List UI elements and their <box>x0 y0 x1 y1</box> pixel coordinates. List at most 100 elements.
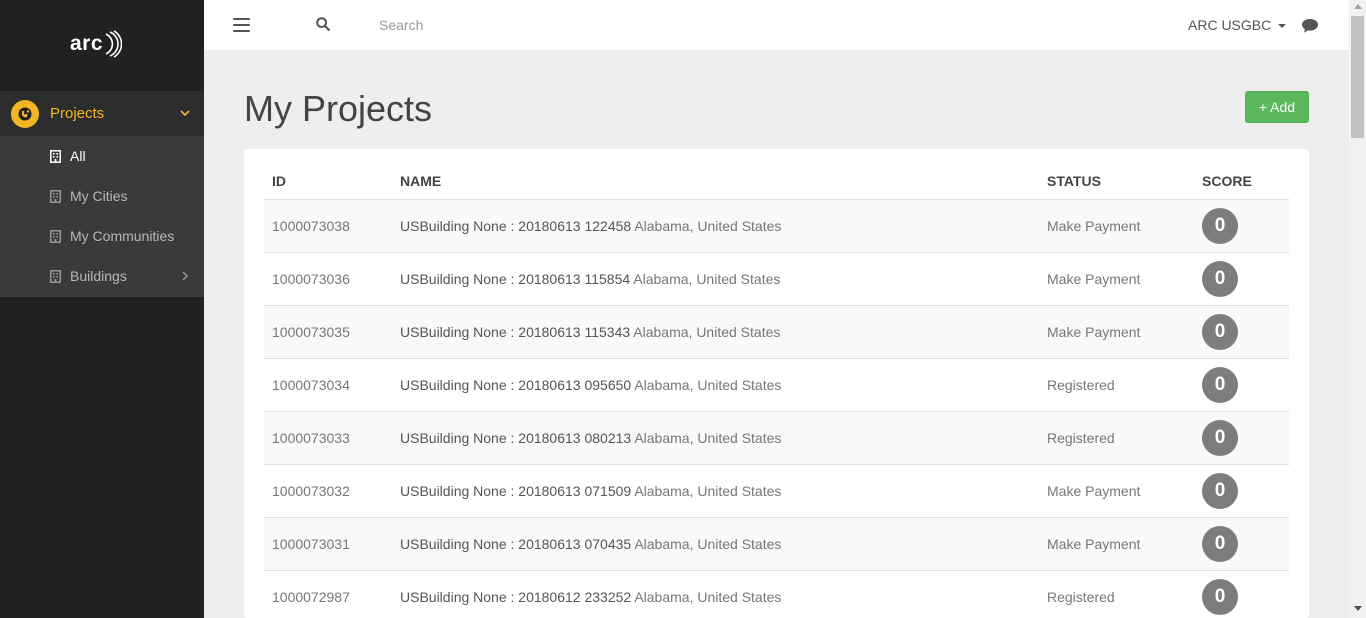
building-icon <box>50 269 61 283</box>
project-name[interactable]: USBuilding None : 20180613 122458 <box>400 218 631 234</box>
header-status[interactable]: STATUS <box>1047 173 1202 189</box>
sidebar-item-my-cities[interactable]: My Cities <box>0 176 204 216</box>
sidebar-item-label: All <box>70 148 86 164</box>
top-bar: ARC USGBC <box>204 0 1349 50</box>
score-cell: 0 <box>1202 420 1289 456</box>
table-row[interactable]: 1000073035 USBuilding None : 20180613 11… <box>264 306 1289 359</box>
sidebar-item-label: Buildings <box>70 268 127 284</box>
scroll-up-arrow-icon[interactable] <box>1354 4 1362 9</box>
score-cell: 0 <box>1202 261 1289 297</box>
score-badge: 0 <box>1202 367 1238 403</box>
project-status: Make Payment <box>1047 271 1141 287</box>
chevron-down-icon <box>180 110 190 117</box>
project-status: Make Payment <box>1047 218 1141 234</box>
project-name-cell: USBuilding None : 20180613 070435 Alabam… <box>400 536 1047 552</box>
sidebar-projects-label: Projects <box>50 105 105 122</box>
scrollbar[interactable] <box>1349 0 1366 618</box>
sidebar-item-all[interactable]: All <box>0 136 204 176</box>
project-location: Alabama, United States <box>634 589 782 605</box>
project-location: Alabama, United States <box>634 218 782 234</box>
project-location: Alabama, United States <box>634 536 782 552</box>
score-badge: 0 <box>1202 473 1238 509</box>
project-id: 1000073032 <box>272 483 350 499</box>
project-name[interactable]: USBuilding None : 20180612 233252 <box>400 589 631 605</box>
project-status: Make Payment <box>1047 483 1141 499</box>
project-name[interactable]: USBuilding None : 20180613 070435 <box>400 536 631 552</box>
project-id: 1000073031 <box>272 536 350 552</box>
project-name[interactable]: USBuilding None : 20180613 115854 <box>400 271 630 287</box>
projects-card: ID NAME STATUS SCORE 1000073038 USBuildi… <box>244 149 1309 618</box>
project-name-cell: USBuilding None : 20180613 071509 Alabam… <box>400 483 1047 499</box>
account-name: ARC USGBC <box>1188 17 1272 33</box>
table-row[interactable]: 1000073032 USBuilding None : 20180613 07… <box>264 465 1289 518</box>
project-name[interactable]: USBuilding None : 20180613 095650 <box>400 377 631 393</box>
table-row[interactable]: 1000073033 USBuilding None : 20180613 08… <box>264 412 1289 465</box>
project-status: Make Payment <box>1047 536 1141 552</box>
score-cell: 0 <box>1202 314 1289 350</box>
table-row[interactable]: 1000073038 USBuilding None : 20180613 12… <box>264 200 1289 253</box>
project-id: 1000073033 <box>272 430 350 446</box>
header-score[interactable]: SCORE <box>1202 173 1289 189</box>
score-cell: 0 <box>1202 526 1289 562</box>
project-status: Registered <box>1047 377 1115 393</box>
search-input[interactable] <box>379 14 679 36</box>
scroll-thumb[interactable] <box>1351 16 1364 138</box>
header-id[interactable]: ID <box>264 173 400 189</box>
score-cell: 0 <box>1202 473 1289 509</box>
caret-down-icon <box>1278 24 1287 28</box>
project-status: Registered <box>1047 589 1115 605</box>
project-name-cell: USBuilding None : 20180613 080213 Alabam… <box>400 430 1047 446</box>
project-name-cell: USBuilding None : 20180613 122458 Alabam… <box>400 218 1047 234</box>
header-name[interactable]: NAME <box>400 173 1047 189</box>
project-name[interactable]: USBuilding None : 20180613 115343 <box>400 324 630 340</box>
project-location: Alabama, United States <box>634 430 782 446</box>
score-badge: 0 <box>1202 208 1238 244</box>
account-menu[interactable]: ARC USGBC <box>1188 17 1287 33</box>
sidebar-item-label: My Communities <box>70 228 175 244</box>
hamburger-menu-icon[interactable] <box>233 18 250 32</box>
project-id: 1000073034 <box>272 377 350 393</box>
logo-waves-icon <box>105 30 123 58</box>
chevron-right-icon <box>182 271 188 281</box>
project-id: 1000073036 <box>272 271 350 287</box>
sidebar-item-buildings[interactable]: Buildings <box>0 256 204 296</box>
project-status: Make Payment <box>1047 324 1141 340</box>
project-name-cell: USBuilding None : 20180613 115854 Alabam… <box>400 271 1047 287</box>
project-name[interactable]: USBuilding None : 20180613 080213 <box>400 430 631 446</box>
project-status: Registered <box>1047 430 1115 446</box>
score-cell: 0 <box>1202 579 1289 615</box>
chat-bubble-icon[interactable] <box>1301 18 1319 34</box>
table-header: ID NAME STATUS SCORE <box>264 149 1289 200</box>
project-id: 1000073035 <box>272 324 350 340</box>
arc-logo[interactable]: arc <box>70 28 123 60</box>
project-name-cell: USBuilding None : 20180613 095650 Alabam… <box>400 377 1047 393</box>
scroll-down-arrow-icon[interactable] <box>1354 606 1362 611</box>
score-cell: 0 <box>1202 208 1289 244</box>
table-row[interactable]: 1000072987 USBuilding None : 20180612 23… <box>264 571 1289 618</box>
project-location: Alabama, United States <box>634 483 782 499</box>
project-location: Alabama, United States <box>634 377 782 393</box>
sidebar: arc Projects All My Cities My Communitie… <box>0 0 204 618</box>
project-location: Alabama, United States <box>633 271 781 287</box>
search-icon[interactable] <box>316 17 330 31</box>
sidebar-item-label: My Cities <box>70 188 128 204</box>
project-id: 1000073038 <box>272 218 350 234</box>
score-badge: 0 <box>1202 526 1238 562</box>
score-badge: 0 <box>1202 420 1238 456</box>
sidebar-item-my-communities[interactable]: My Communities <box>0 216 204 256</box>
project-name-cell: USBuilding None : 20180612 233252 Alabam… <box>400 589 1047 605</box>
score-badge: 0 <box>1202 314 1238 350</box>
project-location: Alabama, United States <box>633 324 781 340</box>
score-badge: 0 <box>1202 579 1238 615</box>
table-row[interactable]: 1000073034 USBuilding None : 20180613 09… <box>264 359 1289 412</box>
table-row[interactable]: 1000073031 USBuilding None : 20180613 07… <box>264 518 1289 571</box>
table-row[interactable]: 1000073036 USBuilding None : 20180613 11… <box>264 253 1289 306</box>
project-name[interactable]: USBuilding None : 20180613 071509 <box>400 483 631 499</box>
projects-subnav: All My Cities My Communities Buildings <box>0 136 204 297</box>
score-badge: 0 <box>1202 261 1238 297</box>
building-icon <box>50 149 61 163</box>
sidebar-projects[interactable]: Projects <box>0 91 204 136</box>
project-name-cell: USBuilding None : 20180613 115343 Alabam… <box>400 324 1047 340</box>
add-project-button[interactable]: + Add <box>1245 91 1309 123</box>
building-icon <box>50 229 61 243</box>
